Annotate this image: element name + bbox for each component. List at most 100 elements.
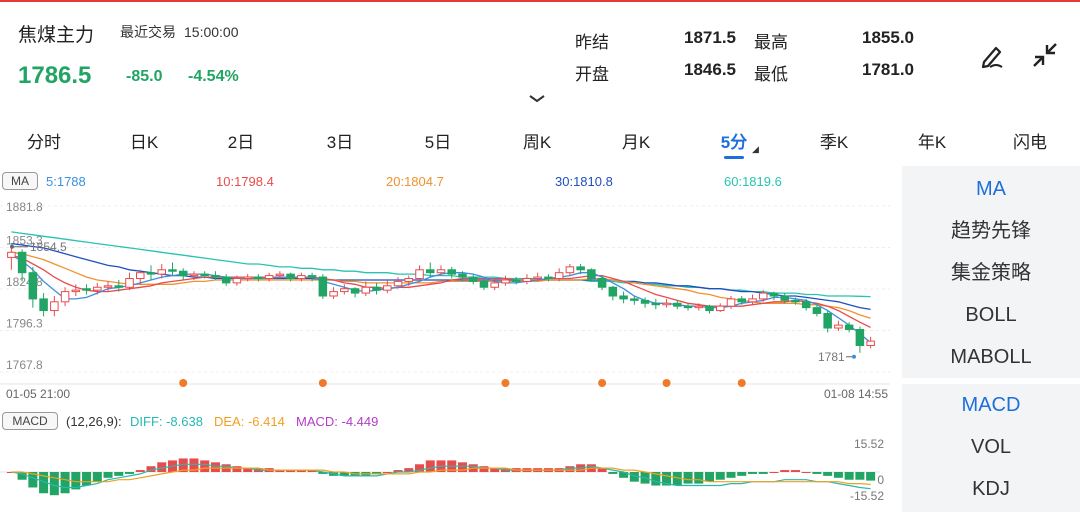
candle-body	[511, 279, 521, 282]
macd-histogram-bar	[125, 472, 135, 474]
indicator-kdj[interactable]: KDJ	[902, 468, 1080, 510]
x-axis-start-label: 01-05 21:00	[6, 387, 70, 401]
macd-histogram-bar	[844, 472, 854, 480]
candle-body	[683, 305, 693, 309]
candle-body	[114, 285, 124, 288]
session-time: 15:00:00	[184, 24, 239, 40]
tab-daily-k[interactable]: 日K	[104, 128, 184, 153]
candle-body	[630, 298, 639, 301]
macd-histogram-bar	[823, 472, 833, 476]
candle-body	[275, 273, 285, 277]
candle-body	[82, 288, 91, 291]
tab-5day[interactable]: 5日	[398, 128, 478, 153]
tab-quarterly-k[interactable]: 季K	[794, 128, 874, 153]
macd-histogram-bar	[114, 472, 124, 476]
candle-body	[297, 275, 306, 280]
candle-body	[554, 272, 564, 280]
low-value: 1781.0	[862, 60, 914, 79]
indicator-boll[interactable]: BOLL	[902, 294, 1080, 336]
high-marker-label: 1854.5	[30, 240, 67, 254]
candle-body	[415, 269, 424, 280]
indicator-ma[interactable]: MA	[902, 168, 1080, 210]
quote-header: 焦煤主力 最近交易 15:00:00 1786.5 -85.0 -4.54% 昨结…	[0, 2, 1080, 110]
candle-body	[243, 276, 252, 280]
tab-3day[interactable]: 3日	[300, 128, 380, 153]
instrument-title: 焦煤主力	[18, 25, 95, 46]
candle-body	[436, 269, 446, 274]
event-dot	[598, 379, 607, 387]
high-label: 最高	[754, 33, 788, 52]
macd-histogram-bar	[49, 472, 59, 496]
event-dot	[179, 379, 188, 387]
indicator-maboll[interactable]: MABOLL	[902, 336, 1080, 378]
indicator-capital-strategy[interactable]: 集金策略	[902, 252, 1080, 294]
candle-body	[522, 278, 532, 282]
macd-histogram-bar	[833, 472, 843, 478]
collapse-fullscreen-icon[interactable]	[1028, 38, 1062, 72]
event-dot	[662, 379, 671, 387]
tab-fenshi[interactable]: 分时	[4, 128, 84, 153]
candle-body	[383, 285, 392, 291]
tab-monthly-k[interactable]: 月K	[596, 128, 676, 153]
indicator-macd[interactable]: MACD	[902, 384, 1080, 426]
candle-body	[694, 305, 704, 309]
macd-histogram-bar	[694, 472, 704, 484]
macd-histogram-bar	[801, 472, 811, 473]
candle-body	[17, 251, 27, 274]
candle-body	[254, 276, 263, 280]
prev-settle-label: 昨结	[575, 33, 609, 52]
tab-5min[interactable]: 5分	[694, 128, 774, 153]
candle-body	[737, 298, 747, 303]
candle-body	[93, 286, 102, 291]
y-tick-label: 1881.8	[6, 200, 43, 214]
low-marker-label: 1781	[818, 350, 845, 364]
ma20-line	[11, 251, 871, 319]
candle-body	[640, 299, 650, 304]
candle-body	[28, 272, 38, 300]
chevron-down-icon[interactable]	[528, 94, 546, 104]
candlestick-svg: 1881.81853.31824.81796.31767.8 1854.5178…	[0, 200, 890, 503]
candle-body	[716, 305, 725, 312]
candle-body	[791, 299, 800, 303]
macd-tick-zero: 0	[877, 473, 884, 487]
candle-body	[458, 273, 467, 278]
tab-2day[interactable]: 2日	[201, 128, 281, 153]
candle-body	[264, 275, 274, 280]
candle-body	[71, 289, 81, 293]
candle-body	[501, 279, 510, 284]
candle-body	[758, 292, 768, 300]
event-dot	[501, 379, 510, 387]
candle-body	[565, 266, 575, 274]
high-value: 1855.0	[862, 28, 914, 47]
candle-body	[619, 295, 628, 300]
macd-histogram-bar	[60, 472, 70, 494]
candle-body	[393, 280, 403, 287]
indicator-panel: MA 趋势先锋 集金策略 BOLL MABOLL MACD VOL KDJ	[902, 166, 1080, 512]
y-tick-label: 1824.8	[6, 275, 43, 289]
tab-weekly-k[interactable]: 周K	[497, 128, 577, 153]
kline-chart-area[interactable]: MA 5:1788 10:1798.4 20:1804.7 30:1810.8 …	[0, 166, 900, 512]
indicator-trend-pioneer[interactable]: 趋势先锋	[902, 210, 1080, 252]
candle-body	[726, 298, 736, 307]
candle-body	[372, 286, 381, 291]
y-tick-label: 1767.8	[6, 358, 43, 372]
tab-flash[interactable]: 闪电	[990, 128, 1070, 153]
macd-histogram-bar	[715, 472, 725, 480]
session-label: 最近交易	[120, 24, 176, 40]
tab-yearly-k[interactable]: 年K	[892, 128, 972, 153]
candle-body	[232, 278, 242, 284]
candle-body	[844, 324, 854, 330]
macd-tick-top: 15.52	[854, 437, 884, 451]
indicator-vol[interactable]: VOL	[902, 426, 1080, 468]
candle-body	[479, 280, 489, 288]
low-marker-dot	[852, 354, 856, 359]
macd-histogram-bar	[135, 470, 145, 472]
candle-body	[544, 276, 553, 280]
draw-pen-icon[interactable]	[976, 38, 1010, 72]
candle-body	[318, 276, 328, 297]
candle-body	[286, 273, 295, 280]
candle-body	[307, 275, 317, 278]
event-dot	[737, 379, 746, 387]
macd-histogram-bar	[200, 460, 210, 472]
candle-body	[576, 266, 585, 271]
